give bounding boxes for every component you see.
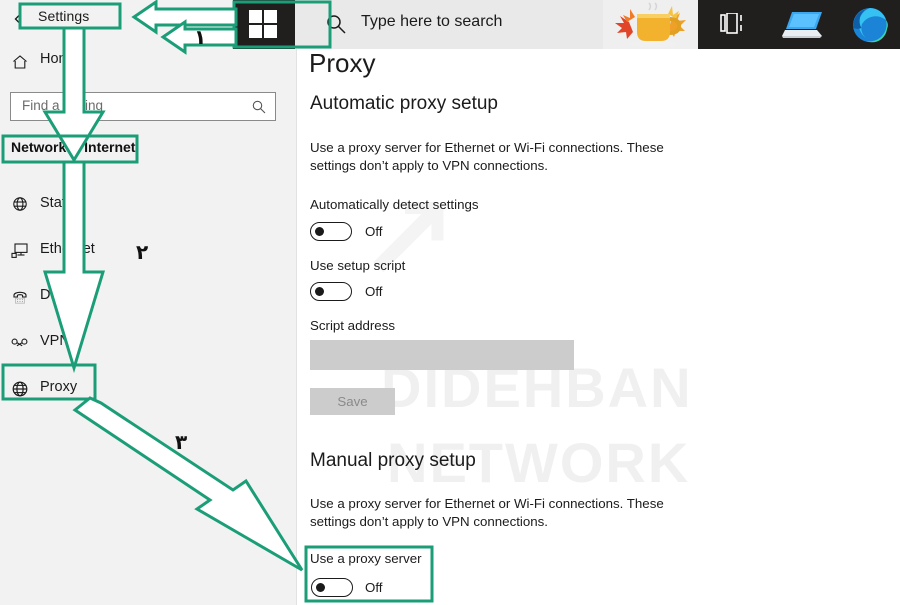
setup-script-state: Off bbox=[365, 284, 383, 299]
sidebar-item-proxy[interactable]: Proxy bbox=[0, 369, 296, 415]
manual-proxy-description: Use a proxy server for Ethernet or Wi-Fi… bbox=[310, 496, 664, 529]
settings-window: Settings Home Find a setting Network & I… bbox=[0, 0, 900, 605]
monitor-icon bbox=[10, 241, 30, 261]
settings-content-pane: ↗ DIDEHBAN NETWORK Proxy Automatic proxy… bbox=[297, 0, 900, 605]
save-button[interactable]: Save bbox=[310, 388, 395, 415]
sidebar-item-proxy-label: Proxy bbox=[40, 379, 78, 395]
windows-taskbar: Type here to search bbox=[233, 0, 900, 49]
settings-sidebar: Settings Home Find a setting Network & I… bbox=[0, 0, 297, 605]
globe-icon bbox=[10, 195, 30, 215]
auto-detect-toggle[interactable] bbox=[310, 222, 352, 241]
taskbar-divider bbox=[295, 0, 303, 49]
search-icon[interactable] bbox=[251, 99, 267, 115]
use-proxy-label: Use a proxy server bbox=[310, 551, 422, 566]
taskbar-task-view-button[interactable] bbox=[698, 0, 768, 49]
globe-icon bbox=[10, 379, 30, 399]
automatic-proxy-heading: Automatic proxy setup bbox=[310, 93, 498, 114]
sidebar-item-status-label: Status bbox=[40, 195, 82, 211]
sidebar-item-status[interactable]: Status bbox=[0, 185, 296, 231]
sidebar-item-vpn-label: VPN bbox=[40, 333, 70, 349]
taskbar-search-box[interactable]: Type here to search bbox=[303, 0, 603, 49]
sidebar-item-ethernet[interactable]: Ethernet bbox=[0, 231, 296, 277]
auto-detect-label: Automatically detect settings bbox=[310, 197, 479, 212]
taskbar-cortana-button[interactable] bbox=[603, 0, 698, 49]
page-title: Proxy bbox=[309, 48, 376, 78]
search-input[interactable]: Find a setting bbox=[10, 92, 276, 121]
sidebar-item-dialup-label: Dial-up bbox=[40, 287, 86, 303]
sidebar-item-ethernet-label: Ethernet bbox=[40, 241, 95, 257]
setup-script-toggle[interactable] bbox=[310, 282, 352, 301]
script-address-input[interactable] bbox=[310, 340, 574, 370]
search-input-placeholder: Find a setting bbox=[22, 98, 104, 113]
use-proxy-state: Off bbox=[365, 580, 383, 595]
taskbar-search-placeholder: Type here to search bbox=[361, 13, 503, 30]
toggle-knob bbox=[316, 583, 325, 592]
use-proxy-toggle[interactable] bbox=[311, 578, 353, 597]
taskbar-app-laptop[interactable] bbox=[768, 0, 840, 49]
toggle-knob bbox=[315, 287, 324, 296]
taskbar-app-edge[interactable] bbox=[840, 0, 900, 49]
app-title: Settings bbox=[38, 8, 90, 24]
sidebar-category-title: Network & Internet bbox=[11, 139, 136, 155]
sidebar-item-vpn[interactable]: VPN bbox=[0, 323, 296, 369]
sidebar-nav-list: Status Ethernet Dial-up VPN Proxy bbox=[0, 185, 296, 415]
home-icon bbox=[11, 53, 29, 71]
screenshot-root: Settings Home Find a setting Network & I… bbox=[0, 0, 900, 605]
auto-detect-state: Off bbox=[365, 224, 383, 239]
telephone-icon bbox=[10, 287, 30, 307]
setup-script-label: Use setup script bbox=[310, 258, 406, 273]
vpn-key-icon bbox=[10, 333, 30, 353]
automatic-proxy-description: Use a proxy server for Ethernet or Wi-Fi… bbox=[310, 140, 664, 173]
windows-start-button[interactable] bbox=[233, 0, 295, 49]
toggle-knob bbox=[315, 227, 324, 236]
sidebar-item-home[interactable]: Home bbox=[0, 48, 296, 78]
search-icon bbox=[325, 13, 347, 35]
back-arrow-icon[interactable] bbox=[10, 10, 28, 28]
script-address-label: Script address bbox=[310, 318, 395, 333]
sidebar-item-dialup[interactable]: Dial-up bbox=[0, 277, 296, 323]
manual-proxy-heading: Manual proxy setup bbox=[310, 450, 476, 471]
sidebar-item-home-label: Home bbox=[40, 51, 79, 67]
